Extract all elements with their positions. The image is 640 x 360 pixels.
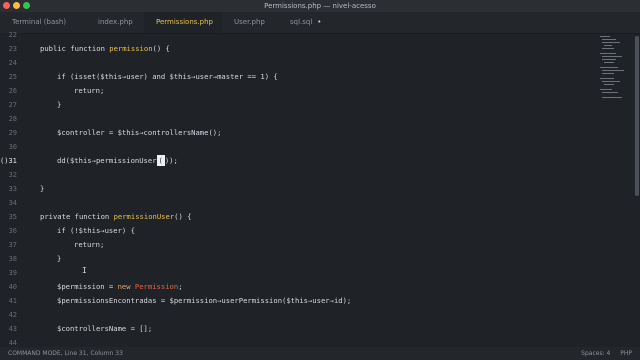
minimap-line [604,62,614,63]
minimap[interactable] [598,33,630,113]
minimap-line [604,45,612,46]
minimap-line [602,73,614,74]
line-number: 42 [8,311,17,319]
code-editor[interactable]: public function permission() { if (isset… [40,33,600,347]
editor-mode-status: COMMAND MODE, Line 31, Column 33 [8,350,123,357]
line-number: 37 [8,241,17,249]
code-line[interactable]: $permission = new Permission; [57,280,183,294]
code-line[interactable]: public function permission() { [40,42,170,56]
code-line[interactable]: dd($this→permissionUser()); [57,154,178,168]
zoom-window-button[interactable] [23,2,30,9]
code-line[interactable]: return; [74,238,104,252]
tab-bar: Terminal (bash) index.php Permissions.ph… [0,12,640,34]
status-bar: COMMAND MODE, Line 31, Column 33 Spaces:… [0,347,640,360]
line-number: 33 [8,185,17,193]
minimap-line [600,78,614,79]
line-number: 24 [8,59,17,67]
line-number: 28 [8,115,17,123]
line-number: 39 [8,269,17,277]
unsaved-dot-icon: • [317,18,322,26]
minimap-line [602,92,618,93]
code-line[interactable]: private function permissionUser() { [40,210,191,224]
text-cursor: ( [156,155,165,166]
minimap-line [602,48,614,49]
code-line[interactable]: } [57,252,61,266]
syntax-selector[interactable]: PHP [620,350,632,357]
line-number: 30 [8,143,17,151]
tab-user[interactable]: User.php [222,12,278,33]
mouse-ibeam-cursor-icon: I [82,266,87,275]
line-number: 40 [8,283,17,291]
code-line[interactable]: $controller = $this→controllersName(); [57,126,221,140]
minimize-window-button[interactable] [13,2,20,9]
code-line[interactable]: } [40,182,44,196]
minimap-line [602,81,620,82]
line-number: 41 [8,297,17,305]
line-number: 34 [8,199,17,207]
code-line[interactable]: $permissionsEncontradas = $permission→us… [57,294,351,308]
line-number: 22 [8,31,17,39]
code-line[interactable]: } [57,98,61,112]
tab-label: User.php [234,18,265,26]
indentation-setting[interactable]: Spaces: 4 [581,350,610,357]
tab-permissions[interactable]: Permissions.php [144,12,222,33]
code-line[interactable]: if (!$this→user) { [57,224,135,238]
line-number: 25 [8,73,17,81]
minimap-line [600,89,612,90]
code-line[interactable]: $controllersName = []; [57,322,152,336]
title-bar: Permissions.php — nivel-acesso [0,0,640,12]
tab-label: Terminal (bash) [12,18,67,26]
minimap-line [602,39,616,40]
line-number-gutter: 22 23 24 25 26 27 28 29 30 ()31 32 33 34… [0,31,22,347]
line-number: 23 [8,45,17,53]
tab-index[interactable]: index.php [86,12,144,33]
minimap-line [600,53,616,54]
status-right: Spaces: 4 PHP [573,347,632,360]
minimap-line [602,70,624,71]
tab-label: Permissions.php [156,18,213,26]
line-number: 29 [8,129,17,137]
minimap-line [602,56,622,57]
code-line[interactable]: if (isset($this→user) and $this→user→mas… [57,70,278,84]
tab-label: index.php [98,18,133,26]
line-number: 35 [8,213,17,221]
current-line-number: ()31 [0,154,17,168]
line-number: 31 [8,157,17,165]
minimap-line [604,84,614,85]
line-number: 36 [8,227,17,235]
minimap-line [602,97,622,98]
minimap-line [602,59,616,60]
tab-label: sql.sql [290,18,313,26]
minimap-line [602,42,620,43]
minimap-line [600,67,618,68]
line-number: 32 [8,171,17,179]
code-line[interactable]: return; [74,84,104,98]
line-number: 26 [8,87,17,95]
line-number: 38 [8,255,17,263]
minimap-line [600,36,610,37]
vertical-scrollbar[interactable] [635,36,639,196]
line-number: 27 [8,101,17,109]
tab-sql[interactable]: sql.sql • [278,12,342,33]
close-window-button[interactable] [3,2,10,9]
window-title: Permissions.php — nivel-acesso [264,2,376,10]
window-controls [3,2,30,9]
line-number: 43 [8,325,17,333]
